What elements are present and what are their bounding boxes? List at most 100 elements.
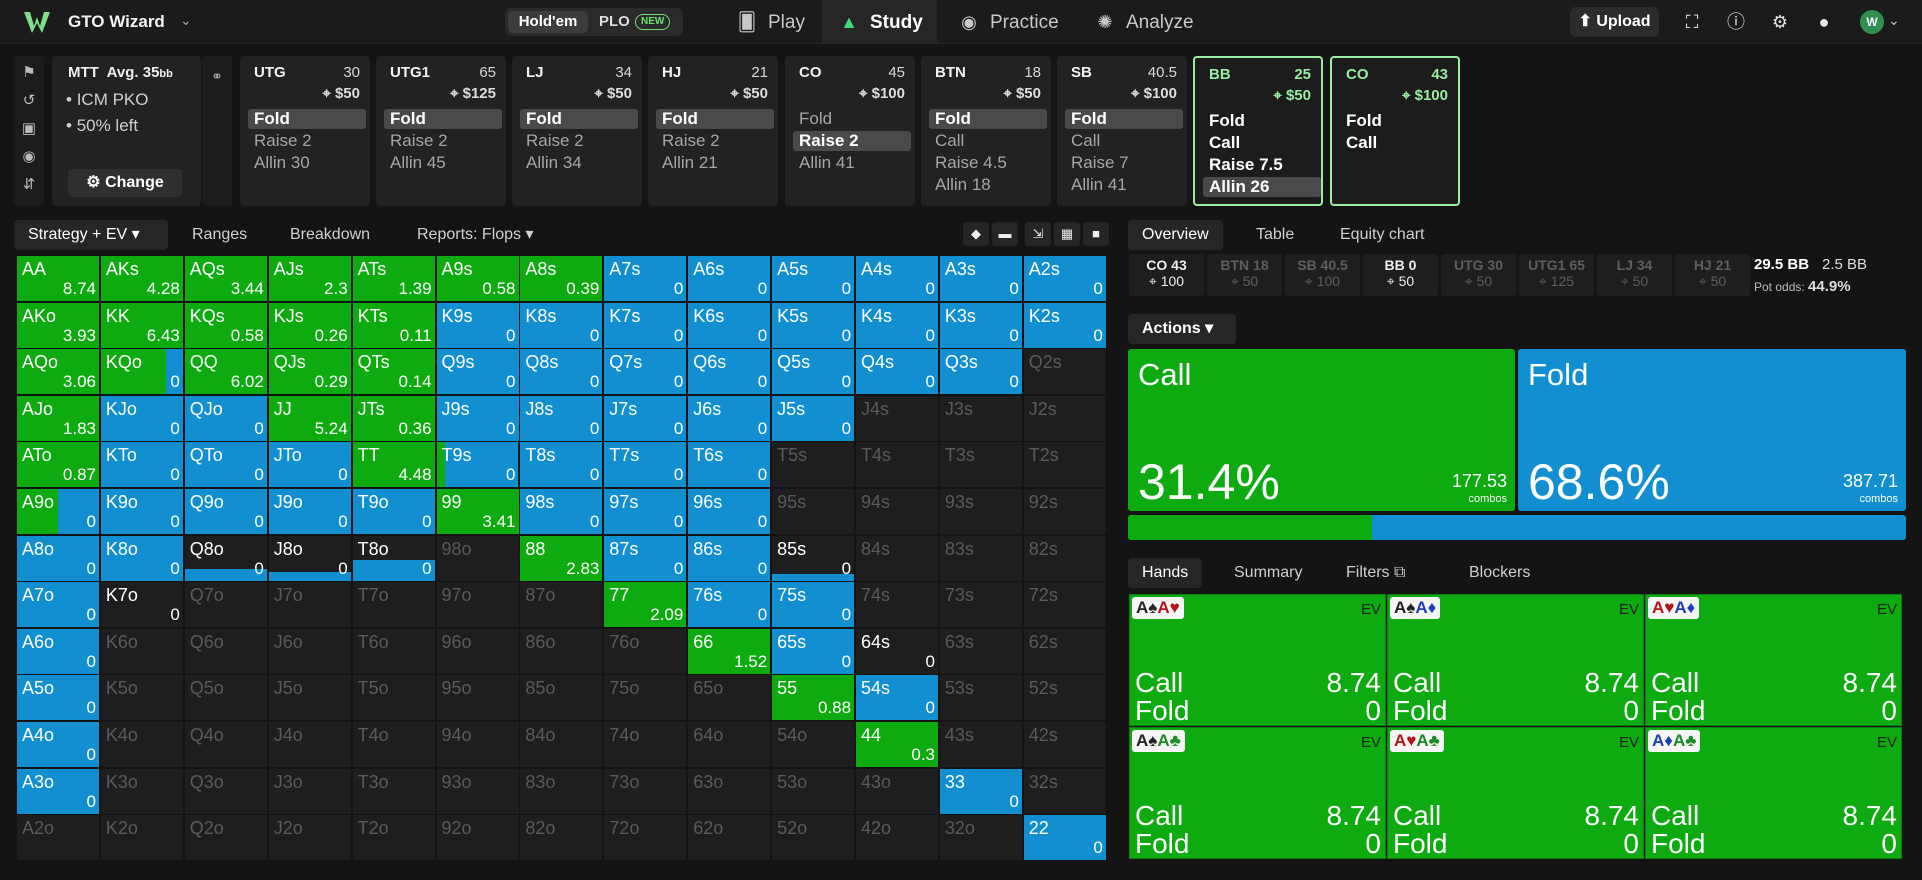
range-cell-98s[interactable]: 98s 0 [520, 489, 604, 535]
range-cell-A9o[interactable]: A9o 0 [17, 489, 100, 535]
range-cell-J2s[interactable]: J2s [1023, 395, 1107, 442]
seat-action[interactable]: Fold [384, 109, 502, 129]
range-cell-Q8s[interactable]: Q8s 0 [520, 349, 604, 396]
gear-icon[interactable]: ⚙ [1768, 10, 1792, 34]
range-cell-T9s[interactable]: T9s 0 [436, 442, 520, 489]
range-cell-J3o[interactable]: J3o [268, 768, 352, 815]
range-cell-99[interactable]: 99 3.41 [436, 489, 520, 535]
range-cell-Q2o[interactable]: Q2o [184, 815, 268, 862]
range-cell-J5o[interactable]: J5o [268, 675, 352, 722]
seat-card-co[interactable]: CO 45 ⌖ $100 Fold Raise 2 Allin 41 [785, 56, 915, 206]
seat-card-sb[interactable]: SB 40.5 ⌖ $100 Fold Call Raise 7 Allin 41 [1057, 56, 1187, 206]
range-cell-74s[interactable]: 74s [856, 582, 939, 629]
range-cell-Q5o[interactable]: Q5o [184, 675, 268, 722]
range-cell-87o[interactable]: 87o [520, 582, 604, 629]
seat-action[interactable]: Raise 2 [793, 131, 911, 151]
holdem-tab[interactable]: Hold'em [508, 11, 588, 33]
range-cell-T7o[interactable]: T7o [352, 582, 436, 629]
seat-action[interactable]: Raise 7.5 [1203, 155, 1321, 175]
range-cell-Q9s[interactable]: Q9s 0 [436, 349, 520, 396]
save-icon[interactable]: ▣ [14, 118, 44, 140]
hand-card[interactable]: A♠A♦ EV Call 8.74 Fold 0 [1387, 594, 1644, 726]
tab-strategy-ev[interactable]: Strategy + EV ▾ [14, 220, 168, 250]
range-cell-86o[interactable]: 86o [520, 628, 604, 675]
range-cell-93o[interactable]: 93o [436, 768, 520, 815]
range-cell-ATs[interactable]: ATs 1.39 [352, 256, 436, 302]
call-summary[interactable]: Call 31.4% 177.53 combos [1128, 349, 1515, 511]
range-cell-72s[interactable]: 72s [1023, 582, 1107, 629]
range-cell-44[interactable]: 44 0.3 [856, 722, 939, 768]
range-cell-J5s[interactable]: J5s 0 [772, 395, 856, 442]
nav-analyze[interactable]: ✺ Analyze [1080, 0, 1206, 44]
range-cell-73s[interactable]: 73s [939, 582, 1023, 629]
seat-action[interactable]: Allin 45 [384, 153, 502, 173]
range-cell-J8s[interactable]: J8s 0 [520, 395, 604, 442]
range-cell-K4o[interactable]: K4o [100, 722, 184, 768]
range-cell-K3s[interactable]: K3s 0 [939, 302, 1023, 349]
seat-action[interactable]: Raise 7 [1065, 153, 1183, 173]
range-cell-J8o[interactable]: J8o 0 [268, 535, 352, 582]
range-cell-K7o[interactable]: K7o 0 [100, 582, 184, 629]
range-cell-A9s[interactable]: A9s 0.58 [436, 256, 520, 302]
seat-action[interactable]: Call [1065, 131, 1183, 151]
range-cell-96s[interactable]: 96s 0 [688, 489, 772, 535]
seat-card-bb[interactable]: BB 25 ⌖ $50 Fold Call Raise 7.5 Allin 26 [1193, 56, 1323, 206]
range-cell-KK[interactable]: KK 6.43 [100, 302, 184, 349]
range-cell-54s[interactable]: 54s 0 [856, 675, 939, 722]
range-cell-Q4s[interactable]: Q4s 0 [856, 349, 939, 396]
range-cell-88[interactable]: 88 2.83 [520, 535, 604, 582]
range-cell-T8o[interactable]: T8o 0 [352, 535, 436, 582]
range-cell-K8s[interactable]: K8s 0 [520, 302, 604, 349]
range-cell-55[interactable]: 55 0.88 [772, 675, 856, 722]
range-cell-T3s[interactable]: T3s [939, 442, 1023, 489]
seat-action[interactable]: Fold [656, 109, 774, 129]
position-chip[interactable]: HJ 21 ⌖ 50 [1675, 254, 1750, 296]
range-cell-93s[interactable]: 93s [939, 489, 1023, 535]
range-cell-85o[interactable]: 85o [520, 675, 604, 722]
seat-card-btn[interactable]: BTN 18 ⌖ $50 Fold Call Raise 4.5 Allin 18 [921, 56, 1051, 206]
seat-action[interactable]: Fold [1203, 111, 1321, 131]
range-cell-KTs[interactable]: KTs 0.11 [352, 302, 436, 349]
range-cell-98o[interactable]: 98o [436, 535, 520, 582]
range-cell-A6o[interactable]: A6o 0 [17, 628, 100, 675]
range-cell-A5o[interactable]: A5o 0 [17, 675, 100, 722]
range-cell-J2o[interactable]: J2o [268, 815, 352, 862]
range-cell-K5s[interactable]: K5s 0 [772, 302, 856, 349]
seat-action[interactable]: Fold [248, 109, 366, 129]
seat-action[interactable]: Raise 2 [520, 131, 638, 151]
range-cell-AKo[interactable]: AKo 3.93 [17, 302, 100, 349]
range-cell-83o[interactable]: 83o [520, 768, 604, 815]
range-cell-J3s[interactable]: J3s [939, 395, 1023, 442]
tab-hands[interactable]: Hands [1128, 558, 1203, 588]
range-cell-K9o[interactable]: K9o 0 [100, 489, 184, 535]
range-cell-66[interactable]: 66 1.52 [688, 628, 772, 675]
range-cell-94o[interactable]: 94o [436, 722, 520, 768]
range-cell-Q4o[interactable]: Q4o [184, 722, 268, 768]
seat-action[interactable]: Raise 2 [656, 131, 774, 151]
range-cell-K7s[interactable]: K7s 0 [604, 302, 688, 349]
range-cell-63s[interactable]: 63s [939, 628, 1023, 675]
range-cell-86s[interactable]: 86s 0 [688, 535, 772, 582]
range-cell-95s[interactable]: 95s [772, 489, 856, 535]
range-cell-97o[interactable]: 97o [436, 582, 520, 629]
tab-blockers[interactable]: Blockers [1455, 558, 1544, 588]
nav-study[interactable]: ▲ Study [822, 0, 937, 44]
range-cell-KJs[interactable]: KJs 0.26 [268, 302, 352, 349]
wallet-icon[interactable]: W [1860, 10, 1884, 34]
account-icon[interactable]: ● [1812, 10, 1836, 34]
range-cell-J4s[interactable]: J4s [856, 395, 939, 442]
position-chip[interactable]: SB 40.5 ⌖ 100 [1285, 254, 1360, 296]
fold-summary[interactable]: Fold 68.6% 387.71 combos [1518, 349, 1906, 511]
nav-play[interactable]: 🂠 Play [722, 0, 817, 44]
range-cell-T7s[interactable]: T7s 0 [604, 442, 688, 489]
range-cell-Q3s[interactable]: Q3s 0 [939, 349, 1023, 396]
range-cell-62o[interactable]: 62o [688, 815, 772, 862]
tab-ranges[interactable]: Ranges [178, 220, 261, 250]
position-chip[interactable]: UTG 30 ⌖ 50 [1441, 254, 1516, 296]
range-cell-97s[interactable]: 97s 0 [604, 489, 688, 535]
range-cell-65o[interactable]: 65o [688, 675, 772, 722]
range-cell-J6o[interactable]: J6o [268, 628, 352, 675]
range-cell-32o[interactable]: 32o [939, 815, 1023, 862]
position-chip[interactable]: LJ 34 ⌖ 50 [1597, 254, 1672, 296]
position-chip[interactable]: CO 43 ⌖ 100 [1129, 254, 1204, 296]
